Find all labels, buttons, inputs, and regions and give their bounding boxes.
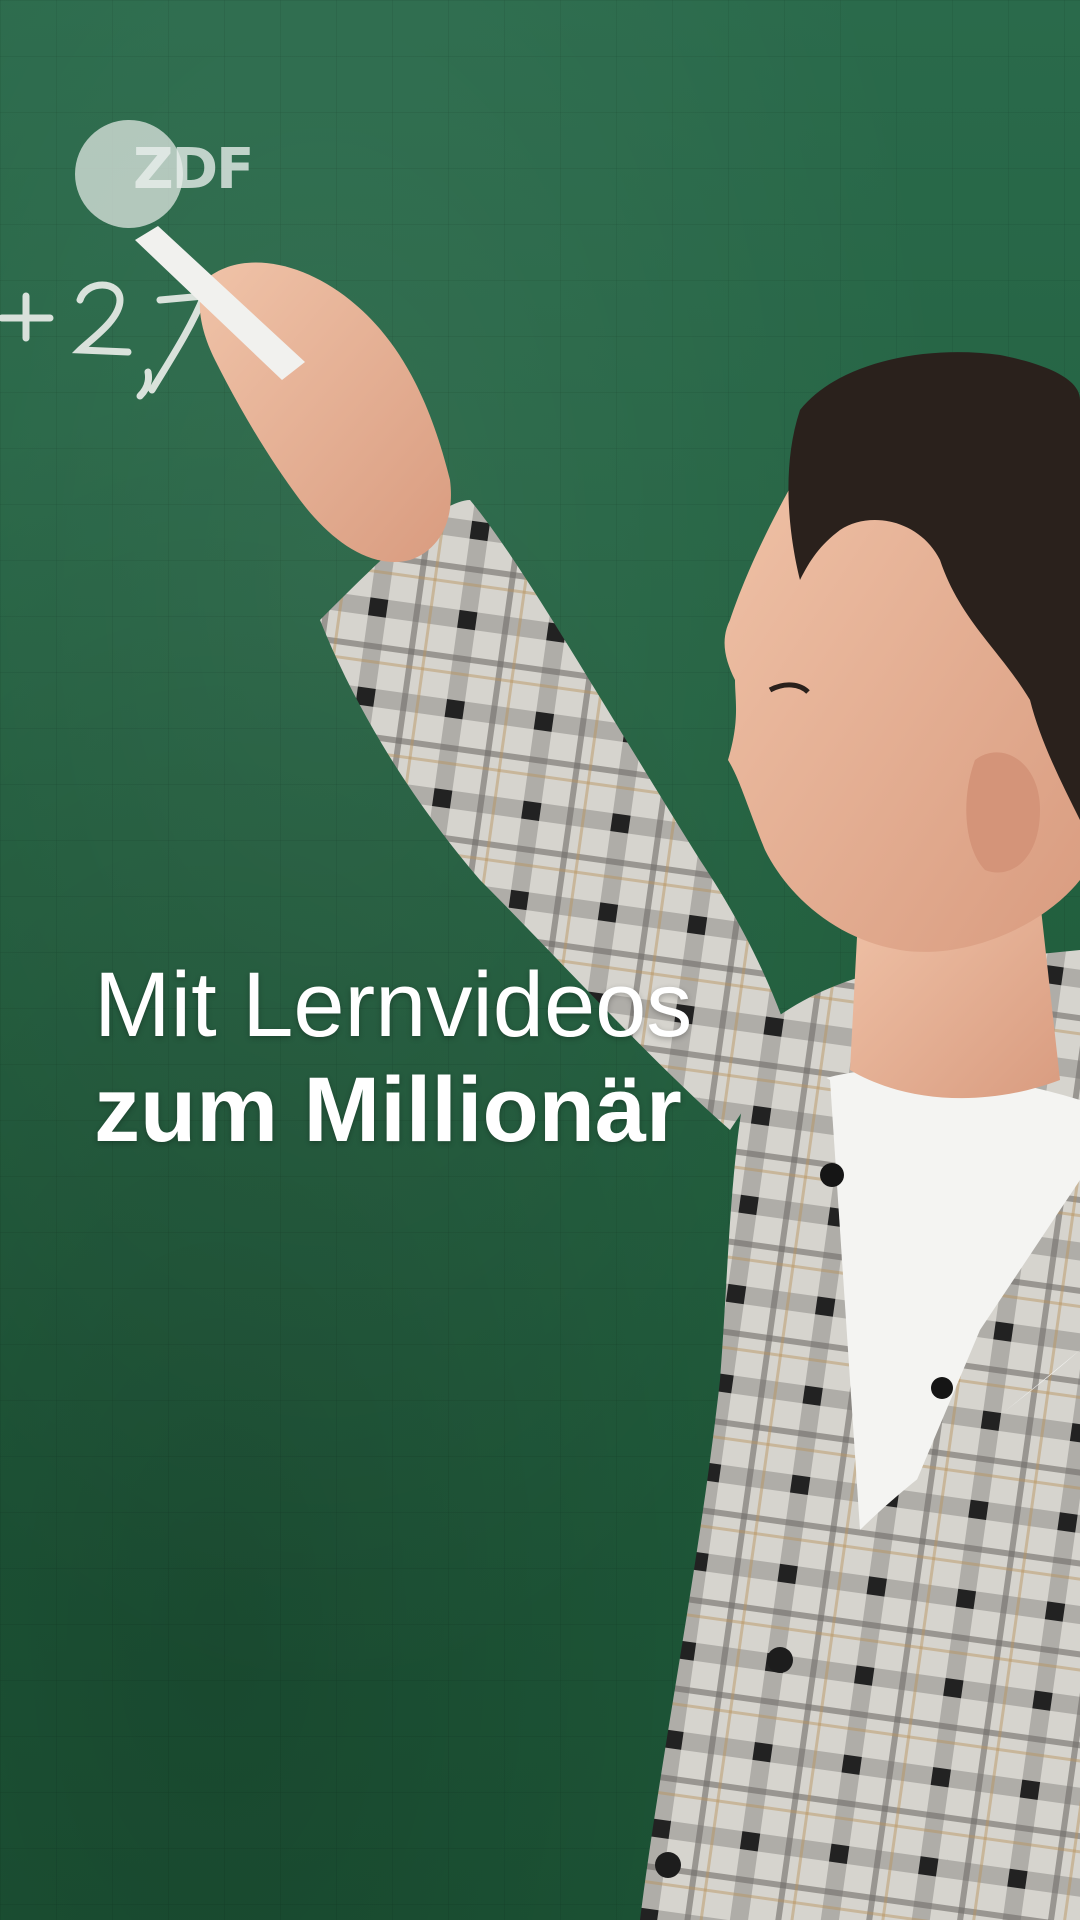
headline-line-1: Mit Lernvideos <box>94 954 693 1056</box>
zdf-logo: ZDF <box>75 120 265 230</box>
headline: Mit Lernvideos zum Millionär <box>94 954 693 1165</box>
chalk-writing <box>0 281 210 400</box>
headline-line-2: zum Millionär <box>94 1059 682 1162</box>
video-frame: ZDF Mit Lernvideos zum Millionär <box>0 0 1080 1920</box>
zdf-logo-text: ZDF <box>133 137 254 202</box>
